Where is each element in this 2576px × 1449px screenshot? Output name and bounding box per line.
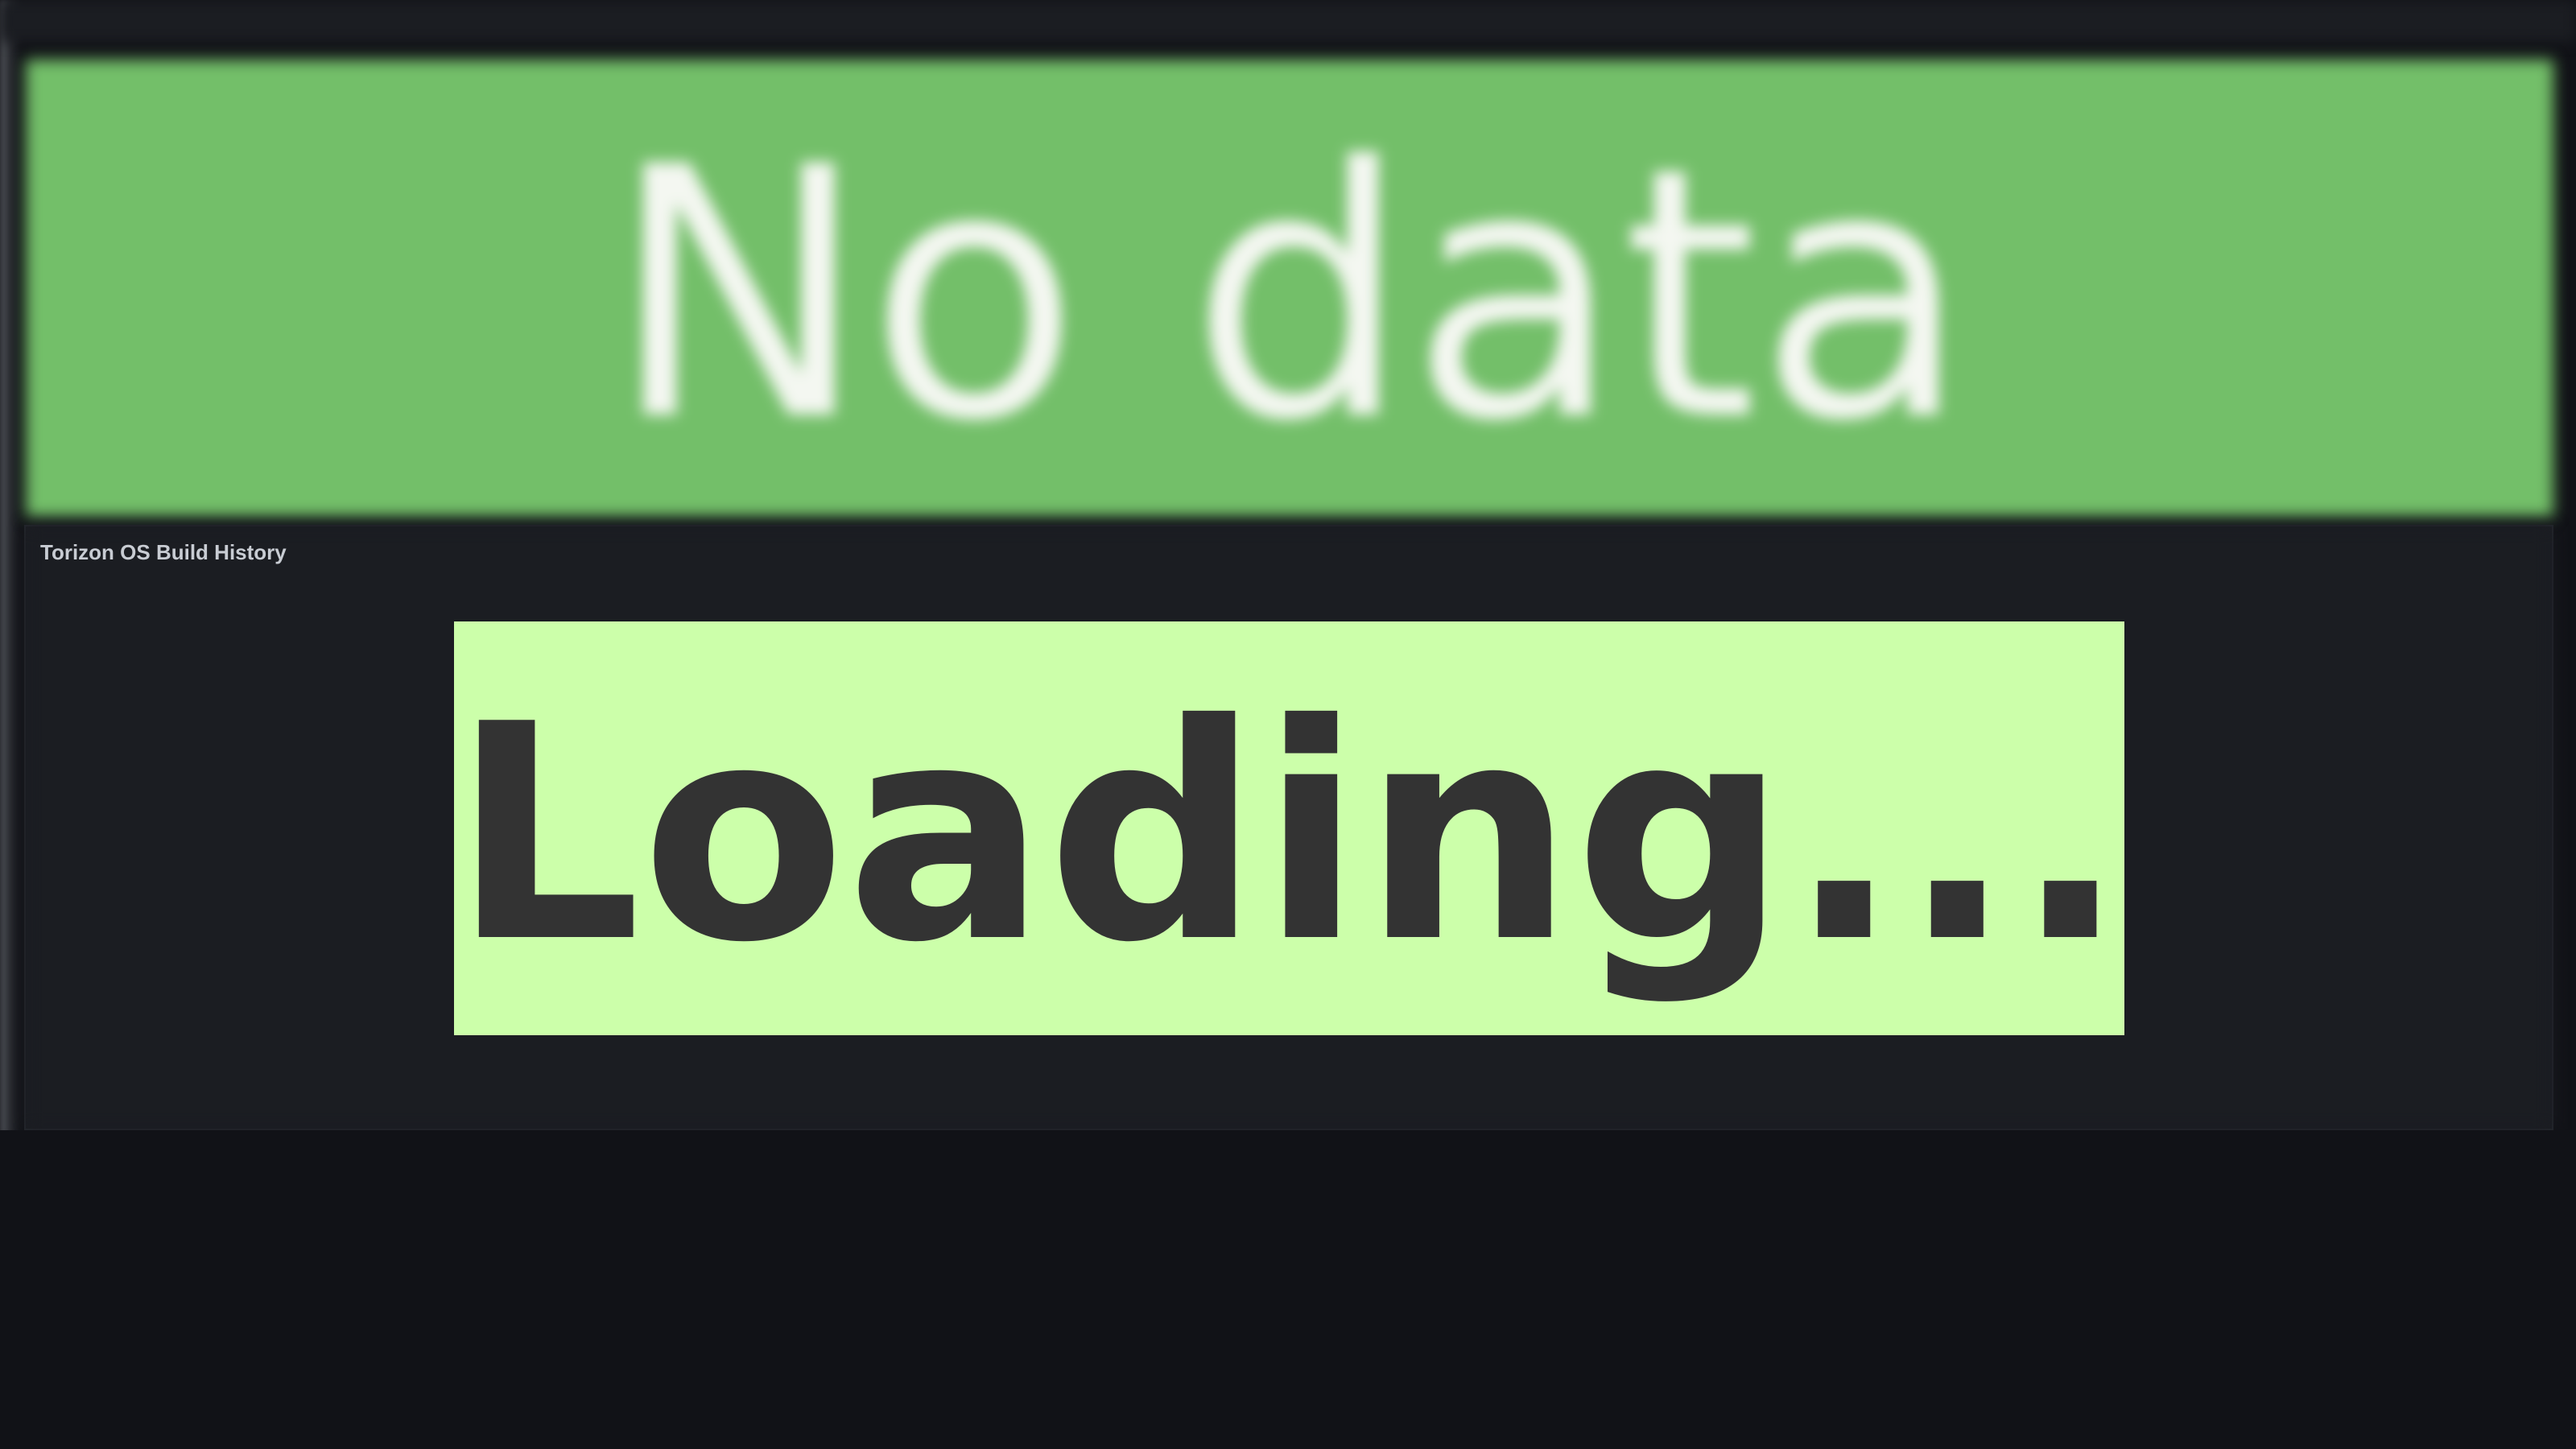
dashboard-page: No data Torizon OS Build History Loading…: [0, 0, 2576, 1449]
top-strip: [0, 0, 2576, 42]
panel-title: Torizon OS Build History: [40, 540, 287, 564]
stat-panel-value: No data: [609, 94, 1970, 497]
torizon-os-build-history-panel[interactable]: Torizon OS Build History Loading...: [24, 525, 2553, 1130]
no-data-stat-panel[interactable]: No data: [26, 60, 2553, 517]
loading-message: Loading...: [451, 662, 2128, 1008]
empty-dashboard-area: [0, 1130, 2576, 1449]
loading-overlay: Loading...: [451, 621, 2128, 1035]
